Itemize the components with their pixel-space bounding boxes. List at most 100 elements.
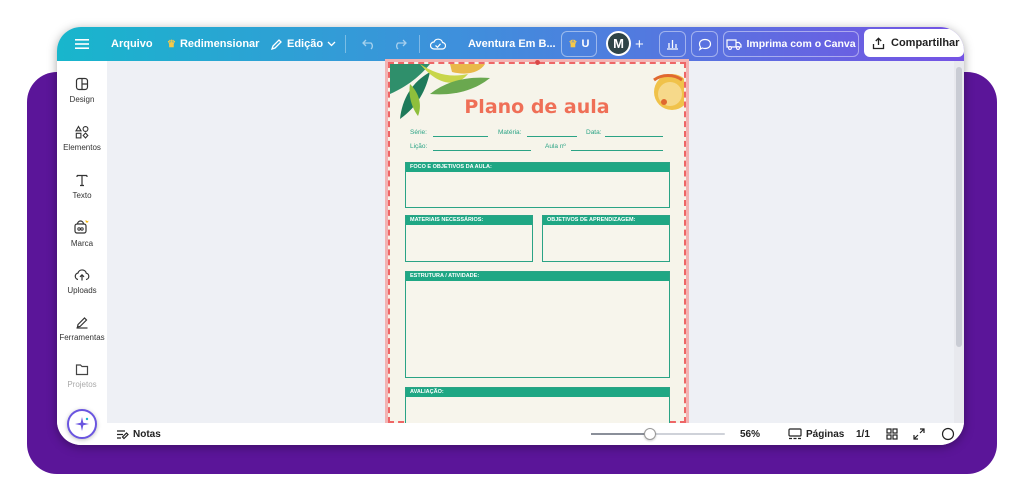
undo-icon (362, 39, 373, 50)
toolbar-divider (345, 35, 346, 53)
section-materiais[interactable]: MATERIAIS NECESSÁRIOS: (405, 215, 533, 262)
sidebar-item-label: Ferramentas (59, 333, 105, 342)
print-with-canva-button[interactable]: Imprima com o Canva (723, 31, 859, 57)
layout-icon (75, 77, 89, 91)
notes-label: Notas (133, 428, 161, 440)
section-foco-heading: FOCO E OBJETIVOS DA AULA: (406, 163, 669, 172)
licao-label[interactable]: Lição: (410, 143, 427, 150)
help-button[interactable] (941, 423, 955, 445)
section-objetivos[interactable]: OBJETIVOS DE APRENDIZAGEM: (542, 215, 670, 262)
bottom-toolbar: Notas 56% Páginas 1/1 (107, 423, 964, 445)
section-estrutura[interactable]: ESTRUTURA / ATIVIDADE: (405, 271, 670, 378)
text-icon (76, 174, 88, 187)
share-label: Compartilhar (891, 37, 960, 49)
cloud-save-status[interactable] (430, 27, 446, 61)
section-foco[interactable]: FOCO E OBJETIVOS DA AULA: (405, 162, 670, 208)
comment-icon (698, 38, 711, 51)
canva-editor-window: Arquivo ♛ Redimensionar Edição Aventura … (57, 27, 964, 445)
data-label[interactable]: Data: (586, 129, 602, 136)
file-menu[interactable]: Arquivo (111, 27, 153, 61)
resize-button[interactable]: ♛ Redimensionar (167, 27, 259, 61)
data-line (605, 136, 663, 137)
sidebar-item-design[interactable]: Design (57, 77, 107, 104)
pages-icon (788, 428, 802, 440)
aula-line (571, 150, 663, 151)
shapes-icon (75, 125, 89, 139)
serie-line (433, 136, 488, 137)
page-count-text: 1/1 (856, 428, 870, 440)
expand-icon (913, 428, 925, 440)
edit-label: Edição (287, 38, 324, 50)
redo-button[interactable] (393, 27, 407, 61)
design-page[interactable]: Plano de aula Série: Matéria: Data: Liçã… (385, 59, 689, 426)
zoom-value[interactable]: 56% (740, 423, 760, 445)
notes-button[interactable]: Notas (116, 423, 161, 445)
grid-view-button[interactable] (886, 423, 898, 445)
sidebar-item-label: Projetos (67, 380, 97, 389)
scrollbar-thumb[interactable] (956, 67, 962, 347)
upload-share-icon (872, 36, 885, 49)
sidebar-item-elements[interactable]: Elementos (57, 125, 107, 152)
section-materiais-heading: MATERIAIS NECESSÁRIOS: (406, 216, 532, 225)
crown-icon: ♛ (568, 38, 578, 50)
page-count: 1/1 (856, 423, 870, 445)
add-collaborator-button[interactable]: + (635, 27, 644, 61)
sidebar-item-label: Uploads (67, 286, 97, 295)
resize-label: Redimensionar (179, 38, 260, 50)
sidebar-item-brand[interactable]: Marca (57, 219, 107, 248)
serie-label[interactable]: Série: (410, 129, 427, 136)
sidebar-item-uploads[interactable]: Uploads (57, 268, 107, 295)
zoom-slider-knob[interactable] (643, 428, 656, 440)
avatar[interactable]: M (606, 31, 631, 56)
share-button[interactable]: Compartilhar (864, 29, 964, 57)
magic-assistant-button[interactable] (67, 409, 97, 439)
chevron-down-icon (327, 41, 336, 47)
vertical-scrollbar[interactable] (954, 61, 964, 423)
upgrade-label: U (581, 38, 590, 50)
fullscreen-button[interactable] (913, 423, 925, 445)
print-label: Imprima com o Canva (746, 38, 856, 50)
comments-button[interactable] (691, 31, 718, 57)
plus-icon: + (635, 35, 644, 53)
left-sidebar: Design Elementos Texto Marca Uploads Fer… (57, 61, 107, 445)
undo-button[interactable] (362, 27, 376, 61)
document-title[interactable]: Aventura Em B... (468, 27, 556, 61)
upgrade-button[interactable]: ♛ U (561, 31, 597, 57)
toolbar-divider (419, 35, 420, 53)
aula-label[interactable]: Aula nº (545, 143, 566, 150)
pen-tool-icon (76, 317, 88, 329)
pages-label: Páginas (806, 428, 845, 440)
truck-icon (726, 39, 743, 50)
menu-button[interactable] (75, 27, 89, 61)
edit-menu[interactable]: Edição (270, 27, 336, 61)
redo-icon (396, 39, 407, 50)
folder-icon (75, 364, 89, 376)
sidebar-item-projects[interactable]: Projetos (57, 363, 107, 389)
sidebar-item-tools[interactable]: Ferramentas (57, 315, 107, 342)
sidebar-item-label: Marca (70, 239, 94, 248)
pages-button[interactable]: Páginas (788, 423, 844, 445)
file-menu-label: Arquivo (111, 38, 153, 50)
sidebar-item-label: Elementos (63, 143, 101, 152)
notes-icon (117, 429, 129, 439)
section-avaliacao-heading: AVALIAÇÃO: (406, 388, 669, 397)
hamburger-icon (75, 39, 89, 49)
grid-icon (886, 428, 898, 440)
materia-label[interactable]: Matéria: (498, 129, 521, 136)
materia-line (527, 136, 577, 137)
zoom-slider[interactable] (591, 428, 725, 440)
page-title[interactable]: Plano de aula (390, 96, 684, 118)
sparkle-icon (75, 417, 89, 431)
section-objetivos-heading: OBJETIVOS DE APRENDIZAGEM: (543, 216, 669, 225)
crown-icon: ♛ (167, 38, 176, 50)
section-avaliacao[interactable]: AVALIAÇÃO: (405, 387, 670, 425)
sidebar-item-label: Texto (72, 191, 92, 200)
selection-handle[interactable] (535, 60, 540, 65)
zoom-value-text: 56% (740, 428, 761, 440)
brand-icon (74, 220, 89, 234)
section-estrutura-heading: ESTRUTURA / ATIVIDADE: (406, 272, 669, 281)
insights-button[interactable] (659, 31, 686, 57)
sidebar-item-text[interactable]: Texto (57, 173, 107, 200)
cloud-upload-icon (74, 269, 90, 281)
document-title-text: Aventura Em B... (468, 38, 556, 50)
